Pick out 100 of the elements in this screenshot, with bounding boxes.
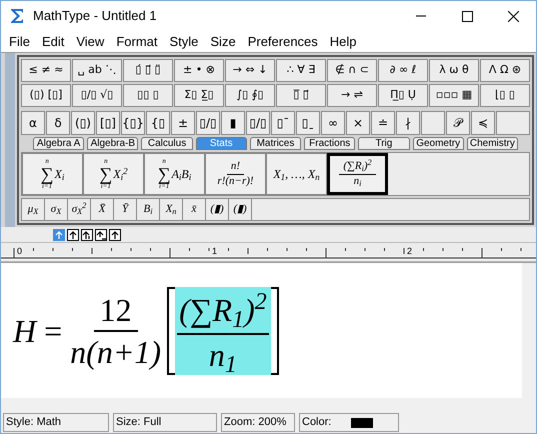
palette-button[interactable]: → ⇌ — [327, 84, 377, 107]
menu-item[interactable]: Preferences — [242, 32, 324, 52]
palette-button[interactable]: ▯/▯ √▯ — [72, 84, 122, 107]
palette-button[interactable]: Λ Ω ⊛ — [480, 59, 530, 82]
horizontal-scrollbar[interactable] — [1, 398, 522, 412]
maximize-icon — [462, 10, 472, 22]
symbol-button[interactable]: ▮ — [221, 111, 245, 135]
ruler-label: 1 — [212, 246, 218, 256]
align-icon — [96, 230, 106, 240]
ruler-label: 0 — [17, 246, 22, 256]
symbol-button[interactable]: α — [21, 111, 45, 135]
symbol-button[interactable]: ≼ — [471, 111, 495, 135]
alignment-button[interactable] — [109, 228, 121, 240]
palette-button[interactable]: Σ▯ Σ̲▯ — [174, 84, 224, 107]
palette-tab[interactable]: Algebra-B — [87, 137, 138, 150]
menu-item[interactable]: File — [3, 32, 36, 52]
ruler-label: 2 — [407, 246, 412, 256]
denominator: n$_{i}$ — [354, 174, 362, 188]
palette-button[interactable]: λ ω θ — [429, 59, 479, 82]
menu-item[interactable]: Edit — [36, 32, 70, 52]
palette-button[interactable]: ∉ ∩ ⊂ — [327, 59, 377, 82]
palette-tab[interactable]: Geometry — [412, 137, 464, 150]
window-title: MathType - Untitled 1 — [33, 7, 157, 26]
template-button[interactable]: (∑R$_{i}$)$^{2}$ n$_{i}$ — [327, 153, 388, 195]
numerator: n! — [226, 160, 244, 174]
menu-item[interactable]: Help — [324, 32, 363, 52]
palette-button[interactable]: ▫▫▫ ▦ — [429, 84, 479, 107]
palette-button[interactable]: ∫▯ ∮▯ — [225, 84, 275, 107]
bracketed-denominator: n$_{1}$ — [208, 336, 237, 374]
palette-button[interactable]: → ⇔ ↓ — [225, 59, 275, 82]
palette-tab[interactable]: Trig — [358, 137, 410, 150]
template-button[interactable]: X$_{1}$, …, X$_{n}$ — [266, 153, 327, 195]
symbol-button[interactable]: [▯] — [96, 111, 120, 135]
symbol-button[interactable]: δ — [46, 111, 70, 135]
app-logo-icon — [9, 8, 25, 24]
stats-symbol-button[interactable]: (▮) — [229, 199, 252, 220]
palette-button[interactable]: ▯▯ ▯ — [123, 84, 173, 107]
align-icon — [54, 230, 64, 240]
sum-body: X$_{i}$ — [54, 166, 64, 183]
menu-item[interactable]: View — [70, 32, 110, 52]
menu-item[interactable]: Size — [204, 32, 242, 52]
stats-symbol-button[interactable]: X$_{n}$ — [160, 199, 183, 220]
equation-variable: H — [13, 312, 36, 350]
stats-symbol-button[interactable]: σ$_{X}$ — [45, 199, 68, 220]
palette-button[interactable]: Π̲▯ Ụ — [378, 84, 428, 107]
symbol-button[interactable]: (▯) — [71, 111, 95, 135]
symbol-button[interactable]: ▯/▯ — [246, 111, 270, 135]
stats-symbol-button[interactable]: Ȳ — [114, 199, 137, 220]
symbol-button[interactable]: {▯ — [146, 111, 170, 135]
symbol-button[interactable]: 𝒫 — [446, 111, 470, 135]
stats-symbol-button[interactable]: μ$_{X}$ — [22, 199, 45, 220]
bracketed-numerator: (∑R$_{1}$)$^{2}$ — [177, 286, 269, 334]
sum-sign: ∑ — [99, 165, 112, 183]
alignment-button[interactable] — [81, 228, 93, 240]
stats-symbol-button[interactable]: X̄ — [91, 199, 114, 220]
palette-tab[interactable]: Chemistry — [466, 137, 518, 150]
align-icon — [110, 230, 120, 240]
palette-tab[interactable]: Matrices — [250, 137, 302, 150]
symbol-button[interactable]: ∞ — [321, 111, 345, 135]
symbol-button[interactable]: ∤ — [396, 111, 420, 135]
palette-button[interactable]: ▯́ ▯⃗ ▯̈ — [123, 59, 173, 82]
menu-item[interactable]: Format — [110, 32, 164, 52]
stats-symbol-button[interactable]: x̄ — [183, 199, 206, 220]
palette-button[interactable]: ␣ ab ⋱ — [72, 59, 122, 82]
alignment-button[interactable] — [95, 228, 107, 240]
symbol-button[interactable]: ▯/▯ — [196, 111, 220, 135]
symbol-button[interactable]: {▯} — [121, 111, 145, 135]
vertical-scrollbar[interactable] — [522, 263, 536, 412]
equals-sign: = — [44, 312, 62, 350]
sequence-text: X$_{1}$, …, X$_{n}$ — [273, 166, 320, 183]
symbol-button[interactable]: ≐ — [371, 111, 395, 135]
status-style: Style: Math — [3, 413, 109, 432]
sum-sign: ∑ — [158, 165, 171, 183]
menu-item[interactable]: Style — [163, 32, 204, 52]
close-icon — [508, 10, 518, 22]
palette-button[interactable]: ∴ ∀ ∃ — [276, 59, 326, 82]
palette-button[interactable]: ∂ ∞ ℓ — [378, 59, 428, 82]
symbol-button[interactable]: × — [346, 111, 370, 135]
fraction-denominator: n(n+1) — [70, 332, 162, 372]
palette-tab[interactable]: Algebra A — [33, 137, 84, 150]
status-size: Size: Full — [113, 413, 217, 432]
palette-button[interactable]: ± • ⊗ — [174, 59, 224, 82]
numerator: (∑R$_{i}$)$^{2}$ — [339, 160, 376, 174]
palette-button[interactable]: ≤ ≠ ≈ — [21, 59, 71, 82]
align-icon — [68, 230, 78, 240]
stats-symbol-button[interactable]: (▮) — [206, 199, 229, 220]
palette-tab[interactable]: Fractions — [304, 137, 356, 150]
symbol-button[interactable]: ▯ˉ — [271, 111, 295, 135]
symbol-button[interactable]: ± — [171, 111, 195, 135]
symbol-button[interactable]: ▯ˍ — [296, 111, 320, 135]
sum-body: A$_{i}$B$_{i}$ — [172, 166, 192, 182]
template-button[interactable]: n! r!(n−r)! — [205, 153, 266, 195]
palette-button[interactable]: ⌊▯ ▯ — [480, 84, 530, 107]
stats-symbol-button[interactable]: B$_{i}$ — [137, 199, 160, 220]
alignment-button[interactable] — [67, 228, 79, 240]
palette-button[interactable]: ▯̅ ▯⃗ — [276, 84, 326, 107]
palette-button[interactable]: (▯) [▯] — [21, 84, 71, 107]
status-zoom: Zoom: 200% — [221, 413, 295, 432]
palette-tab[interactable]: Calculus — [141, 137, 193, 150]
align-icon — [82, 230, 92, 240]
